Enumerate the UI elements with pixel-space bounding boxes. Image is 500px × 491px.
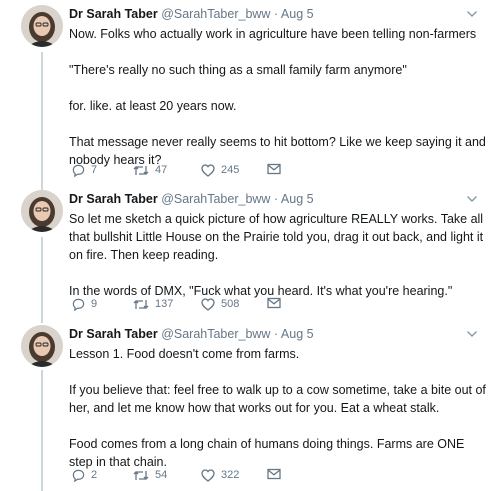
tweet-text: Lesson 1. Food doesn't come from farms. … <box>69 345 489 471</box>
retweet-button[interactable]: 54 <box>133 468 167 482</box>
avatar[interactable] <box>21 190 63 232</box>
tweet-header: Dr Sarah Taber @SarahTaber_bww · Aug 5 <box>69 192 314 207</box>
author-handle[interactable]: @SarahTaber_bww <box>161 327 270 341</box>
direct-message-button[interactable] <box>267 297 281 309</box>
reply-button[interactable]: 2 <box>72 468 97 482</box>
author-name[interactable]: Dr Sarah Taber <box>69 192 158 206</box>
like-button[interactable]: 322 <box>201 468 239 482</box>
tweet-paragraph: Food comes from a long chain of humans d… <box>69 437 465 469</box>
separator-dot: · <box>273 327 279 341</box>
like-button[interactable]: 245 <box>201 163 239 177</box>
tweet-header: Dr Sarah Taber @SarahTaber_bww · Aug 5 <box>69 7 314 22</box>
reply-button[interactable]: 9 <box>72 297 97 311</box>
tweet[interactable]: Dr Sarah Taber @SarahTaber_bww · Aug 5 N… <box>0 0 500 185</box>
avatar[interactable] <box>21 325 63 367</box>
reply-icon <box>72 298 85 311</box>
separator-dot: · <box>273 7 279 21</box>
retweet-icon <box>133 299 149 309</box>
heart-icon <box>201 468 215 482</box>
tweet-date[interactable]: Aug 5 <box>281 327 314 341</box>
tweet-paragraph: for. like. at least 20 years now. <box>69 99 237 113</box>
avatar[interactable] <box>21 5 63 47</box>
heart-icon <box>201 163 215 177</box>
tweet-text: Now. Folks who actually work in agricult… <box>69 25 489 169</box>
envelope-icon <box>267 163 281 175</box>
retweet-icon <box>133 165 149 175</box>
retweet-button[interactable]: 137 <box>133 297 173 311</box>
direct-message-button[interactable] <box>267 163 281 175</box>
tweet-header: Dr Sarah Taber @SarahTaber_bww · Aug 5 <box>69 327 314 342</box>
retweet-count: 137 <box>155 298 174 310</box>
retweet-button[interactable]: 47 <box>133 163 167 177</box>
author-handle[interactable]: @SarahTaber_bww <box>161 7 270 21</box>
direct-message-button[interactable] <box>267 468 281 480</box>
retweet-icon <box>133 470 149 480</box>
reply-button[interactable]: 7 <box>72 163 97 177</box>
reply-count: 2 <box>91 469 98 481</box>
tweet-paragraph: Lesson 1. Food doesn't come from farms. <box>69 347 300 361</box>
retweet-count: 47 <box>155 164 168 176</box>
reply-icon <box>72 164 85 177</box>
heart-icon <box>201 297 215 311</box>
separator-dot: · <box>273 192 279 206</box>
like-count: 245 <box>221 164 240 176</box>
author-handle[interactable]: @SarahTaber_bww <box>161 192 270 206</box>
like-button[interactable]: 508 <box>201 297 239 311</box>
tweet-date[interactable]: Aug 5 <box>281 192 314 206</box>
reply-count: 7 <box>91 164 98 176</box>
tweet-date[interactable]: Aug 5 <box>281 7 314 21</box>
tweet-paragraph: If you believe that: feel free to walk u… <box>69 383 486 415</box>
chevron-down-icon[interactable] <box>466 329 478 339</box>
tweet[interactable]: Dr Sarah Taber @SarahTaber_bww · Aug 5 L… <box>0 320 500 491</box>
envelope-icon <box>267 468 281 480</box>
chevron-down-icon[interactable] <box>466 9 478 19</box>
chevron-down-icon[interactable] <box>466 194 478 204</box>
tweet-paragraph: "There's really no such thing as a small… <box>69 63 407 77</box>
reply-icon <box>72 469 85 482</box>
tweet-paragraph: So let me sketch a quick picture of how … <box>69 212 484 262</box>
retweet-count: 54 <box>155 469 168 481</box>
tweet[interactable]: Dr Sarah Taber @SarahTaber_bww · Aug 5 S… <box>0 185 500 320</box>
like-count: 508 <box>221 298 240 310</box>
reply-count: 9 <box>91 298 98 310</box>
tweet-text: So let me sketch a quick picture of how … <box>69 210 489 300</box>
tweet-paragraph: Now. Folks who actually work in agricult… <box>69 27 477 41</box>
author-name[interactable]: Dr Sarah Taber <box>69 7 158 21</box>
like-count: 322 <box>221 469 240 481</box>
envelope-icon <box>267 297 281 309</box>
author-name[interactable]: Dr Sarah Taber <box>69 327 158 341</box>
